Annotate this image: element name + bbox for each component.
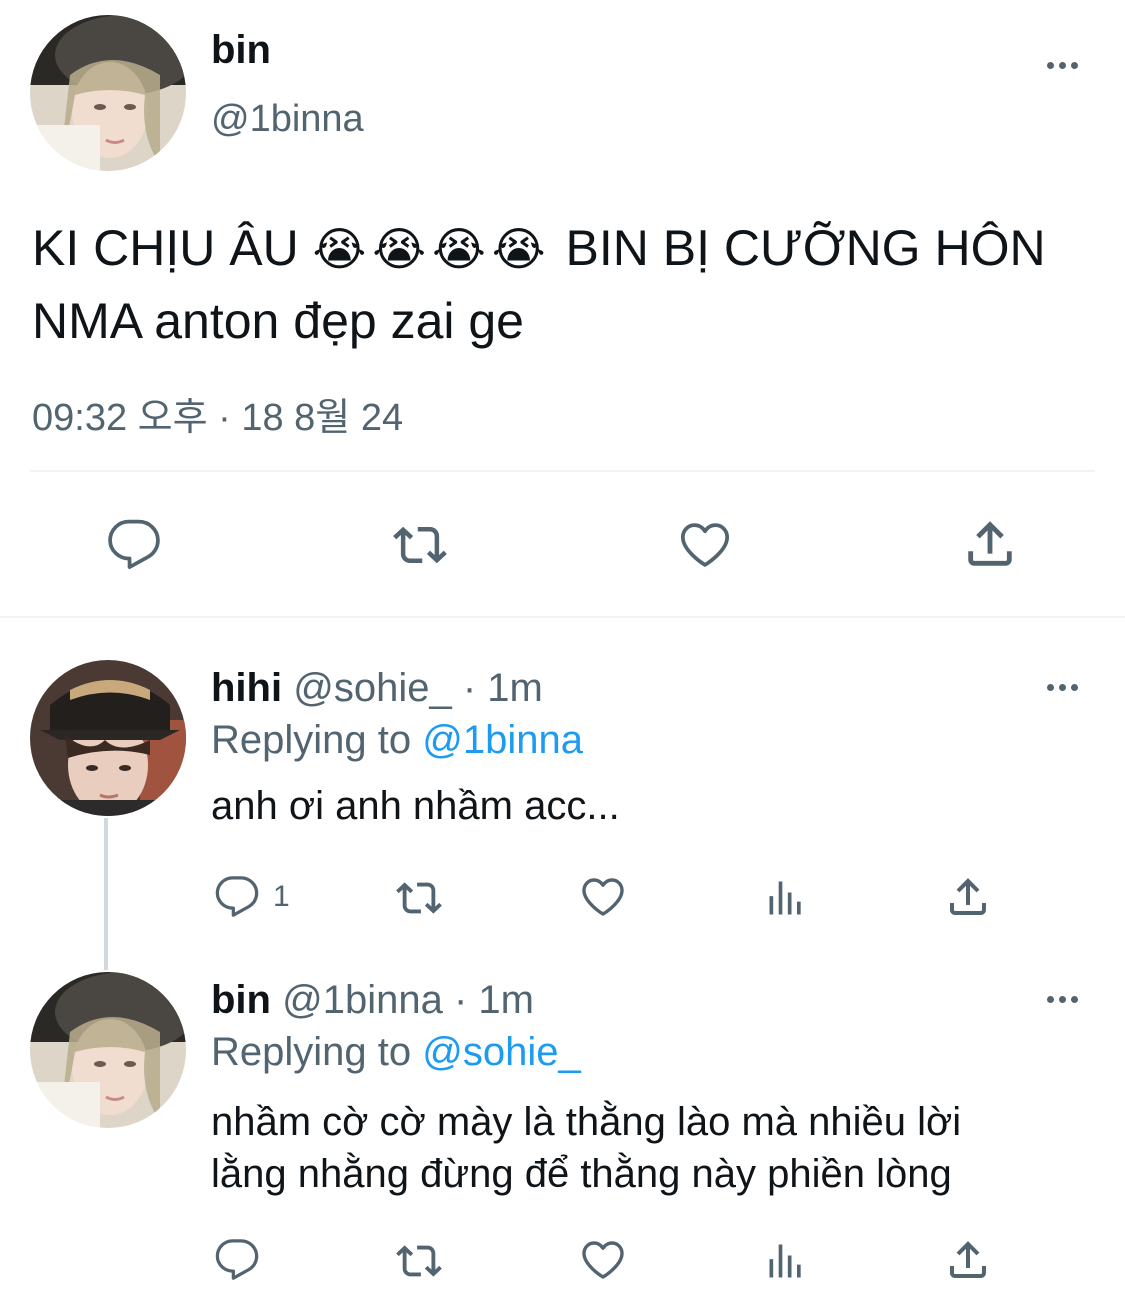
like-icon[interactable] bbox=[578, 1236, 628, 1284]
main-tweet-text: KI CHỊU ÂU 😭😭😭😭 BIN BỊ CƯỠNG HÔN NMA ant… bbox=[32, 212, 1122, 357]
main-tweet-display-name[interactable]: bin bbox=[211, 28, 271, 73]
reply-avatar[interactable] bbox=[30, 660, 186, 816]
replying-to-label: Replying to bbox=[211, 1030, 412, 1074]
main-tweet-text-line1-rest: BIN BỊ CƯỠNG HÔN bbox=[565, 220, 1046, 276]
reply-count: 1 bbox=[273, 880, 290, 913]
replying-to-label: Replying to bbox=[211, 718, 412, 762]
main-tweet-timestamp[interactable]: 09:32 오후 · 18 8월 24 bbox=[32, 386, 403, 441]
share-icon[interactable] bbox=[944, 873, 992, 921]
separator: · bbox=[462, 666, 477, 710]
reply-text-line: lằng nhằng đừng để thằng này phiền lòng bbox=[211, 1152, 952, 1196]
replying-to: Replying to @sohie_ bbox=[211, 1030, 581, 1075]
retweet-icon[interactable] bbox=[385, 518, 455, 572]
share-icon[interactable] bbox=[944, 1236, 992, 1284]
reply-icon[interactable] bbox=[213, 874, 261, 920]
reply-icon[interactable] bbox=[213, 1237, 261, 1283]
reply-header: hihi @sohie_ · 1m bbox=[211, 666, 543, 711]
more-icon[interactable] bbox=[1042, 680, 1082, 694]
views-icon[interactable] bbox=[764, 876, 808, 920]
like-icon[interactable] bbox=[578, 873, 628, 921]
more-icon[interactable] bbox=[1042, 58, 1082, 72]
reply-time[interactable]: 1m bbox=[487, 666, 543, 710]
reply-display-name[interactable]: bin bbox=[211, 978, 271, 1022]
reply-icon[interactable] bbox=[105, 517, 163, 573]
reply-handle[interactable]: @1binna bbox=[282, 978, 443, 1022]
main-tweet-text-line1: KI CHỊU ÂU bbox=[32, 220, 299, 276]
reply-display-name[interactable]: hihi bbox=[211, 666, 282, 710]
retweet-icon[interactable] bbox=[390, 875, 448, 921]
reply-text: nhầm cờ cờ mày là thằng lào mà nhiều lời… bbox=[211, 1096, 961, 1200]
share-icon[interactable] bbox=[960, 515, 1020, 573]
thread-line bbox=[104, 818, 108, 970]
reply-avatar[interactable] bbox=[30, 972, 186, 1128]
like-icon[interactable] bbox=[676, 517, 734, 573]
replying-to-handle[interactable]: @sohie_ bbox=[422, 1030, 580, 1074]
reply-handle[interactable]: @sohie_ bbox=[293, 666, 451, 710]
more-icon[interactable] bbox=[1042, 992, 1082, 1006]
views-icon[interactable] bbox=[764, 1239, 808, 1283]
main-tweet-text-line2: NMA anton đẹp zai ge bbox=[32, 293, 524, 349]
main-tweet-handle[interactable]: @1binna bbox=[211, 98, 364, 141]
reply-time[interactable]: 1m bbox=[478, 978, 534, 1022]
reply-header: bin @1binna · 1m bbox=[211, 978, 534, 1023]
reply-text-line: nhầm cờ cờ mày là thằng lào mà nhiều lời bbox=[211, 1100, 962, 1144]
divider bbox=[30, 470, 1095, 472]
separator: · bbox=[453, 978, 468, 1022]
section-divider bbox=[0, 616, 1125, 618]
replying-to-handle[interactable]: @1binna bbox=[422, 718, 583, 762]
main-tweet-avatar[interactable] bbox=[30, 15, 186, 171]
crying-emoji: 😭😭😭😭 bbox=[312, 223, 552, 275]
reply-text: anh ơi anh nhầm acc... bbox=[211, 784, 620, 828]
retweet-icon[interactable] bbox=[390, 1238, 448, 1284]
replying-to: Replying to @1binna bbox=[211, 718, 583, 763]
